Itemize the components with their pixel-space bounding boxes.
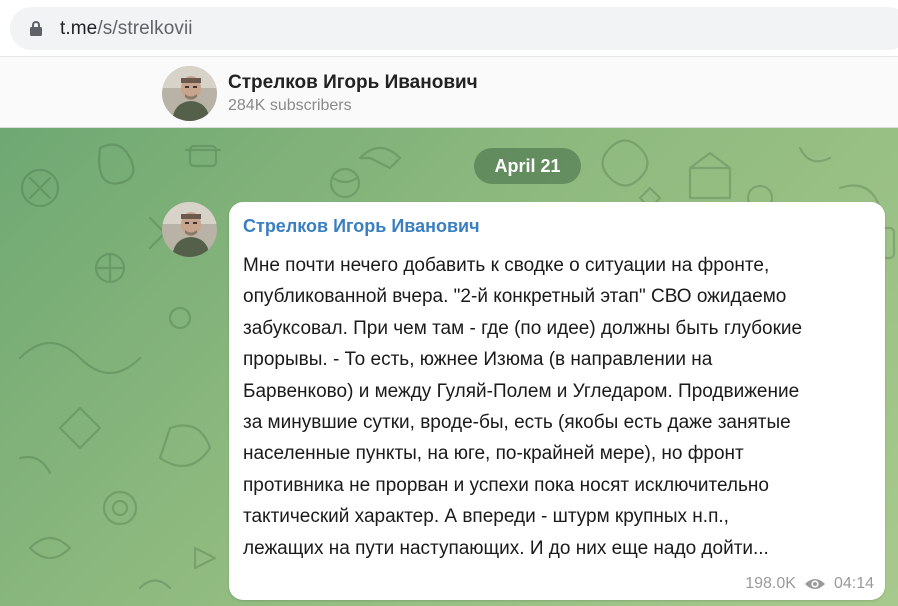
message-line: забуксовал. При чем там - где (по идее) … <box>243 317 803 339</box>
chat-background: April 21 Стрелков Игорь Иванович Мне поч… <box>0 128 898 606</box>
channel-avatar[interactable] <box>162 66 217 121</box>
message-line: за минувшие сутки, вроде-бы, есть (якобы… <box>243 412 791 434</box>
message-line: Мне почти нечего добавить к сводке о сит… <box>243 255 770 276</box>
url-text[interactable]: t.me/s/strelkovii <box>60 18 193 40</box>
lock-icon[interactable] <box>30 21 42 36</box>
message-author[interactable]: Стрелков Игорь Иванович <box>243 216 480 237</box>
message-time[interactable]: 04:14 <box>834 575 874 593</box>
message-line: опубликованной вчера. "2-й конкретный эт… <box>243 286 787 308</box>
message-line: прорывы. - То есть, южнее Изюма (в напра… <box>243 349 713 371</box>
message-line: противника не прорван и успехи пока нося… <box>243 474 769 496</box>
url-field[interactable]: t.me/s/strelkovii <box>10 7 898 50</box>
eye-icon <box>804 579 825 589</box>
message-line: населенные пункты, на юге, по-крайней ме… <box>243 443 744 465</box>
channel-title[interactable]: Стрелков Игорь Иванович <box>228 72 478 94</box>
message-line: лежащих на пути наступающих. И до них ещ… <box>243 537 769 559</box>
date-separator[interactable]: April 21 <box>474 148 581 184</box>
url-path: /s/strelkovii <box>97 18 193 39</box>
view-count: 198.0K <box>745 575 796 592</box>
subscriber-count: 284K subscribers <box>228 97 352 114</box>
message-line: Барвенково) и между Гуляй-Полем и Угледа… <box>243 380 800 402</box>
message-bubble: Стрелков Игорь Иванович Мне почти нечего… <box>229 202 885 600</box>
channel-header: Стрелков Игорь Иванович 284K subscribers <box>0 56 898 128</box>
message-author-avatar[interactable] <box>162 202 217 257</box>
message-meta: 198.0K 04:14 <box>745 575 874 593</box>
message-text: Мне почти нечего добавить к сводке о сит… <box>243 250 877 564</box>
browser-address-bar: t.me/s/strelkovii <box>0 0 898 56</box>
url-host: t.me <box>60 18 98 39</box>
message-line: тактический характер. А впереди - штурм … <box>243 506 729 528</box>
